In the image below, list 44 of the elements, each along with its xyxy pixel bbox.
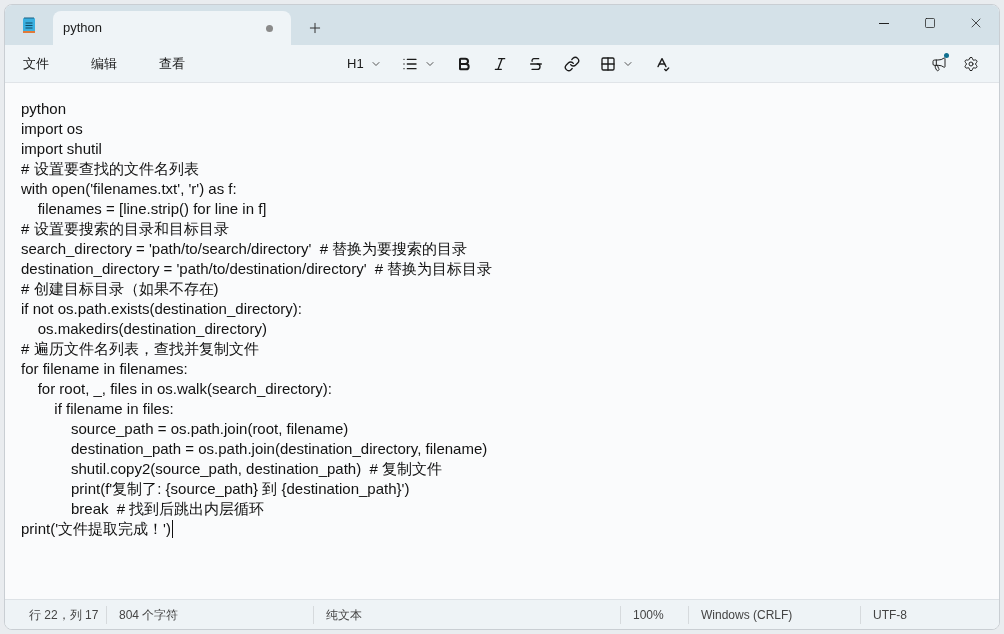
encoding: UTF-8 — [872, 606, 908, 624]
plus-icon — [307, 20, 323, 36]
code-line: if not os.path.exists(destination_directory): — [21, 299, 302, 319]
code-line: os.makedirs(destination_directory) — [36, 319, 267, 339]
code-line: # 遍历文件名列表，查找并复制文件 — [21, 339, 259, 359]
strikethrough-icon — [527, 55, 544, 72]
code-line: import shutil — [21, 139, 102, 159]
code-line: filenames = [line.strip() for line in f] — [36, 199, 267, 219]
heading-dropdown[interactable]: H1 — [339, 49, 390, 78]
menu-item[interactable]: 文件 — [9, 49, 63, 78]
cursor-position: 行 22，列 17 — [17, 605, 107, 624]
code-line: print('文件提取完成！') — [21, 519, 171, 539]
code-line: with open('filenames.txt', 'r') as f: — [21, 179, 237, 199]
code-line: search_directory = 'path/to/search/directory' # 替换为要搜索的目录 — [21, 239, 468, 259]
character-count: 804 个字符 — [107, 605, 314, 624]
code-line: # 设置要查找的文件名列表 — [21, 159, 199, 179]
code-line: destination_path = os.path.join(destination_directory, filename) — [70, 439, 488, 459]
menu-item[interactable]: 查看 — [145, 49, 199, 78]
table-icon — [599, 55, 616, 72]
link-icon — [563, 55, 580, 72]
menu-item[interactable]: 编辑 — [77, 49, 131, 78]
code-line: break # 找到后跳出内层循环 — [70, 499, 265, 519]
text-format: 纯文本 — [314, 605, 621, 624]
settings-icon — [963, 55, 979, 72]
maximize-icon — [924, 17, 936, 29]
code-line: if filename in files: — [53, 399, 174, 419]
code-line: for filename in filenames: — [21, 359, 188, 379]
code-line: # 设置要搜索的目录和目标目录 — [21, 219, 229, 239]
text-cursor — [171, 520, 173, 538]
zoom-level: 100% — [621, 605, 689, 624]
megaphone-icon — [931, 55, 947, 72]
code-line: for root, _, files in os.walk(search_directory): — [36, 379, 332, 399]
code-line: print(f'复制了: {source_path} 到 {destination_path}') — [70, 479, 410, 499]
tab-title: python — [63, 19, 104, 38]
document-tab[interactable]: python — [53, 11, 291, 45]
code-line: destination_directory = 'path/to/destination/directory' # 替换为目标目录 — [21, 259, 493, 279]
minimize-icon — [879, 22, 889, 24]
code-line: import os — [21, 119, 83, 139]
code-line: source_path = os.path.join(root, filename) — [70, 419, 349, 439]
line-ending: Windows (CRLF) — [689, 605, 861, 624]
notepad-icon — [22, 16, 36, 34]
code-line: python — [21, 99, 67, 119]
code-line: # 创建目标目录（如果不存在) — [21, 279, 219, 299]
code-line: shutil.copy2(source_path, destination_path) # 复制文件 — [70, 459, 443, 479]
